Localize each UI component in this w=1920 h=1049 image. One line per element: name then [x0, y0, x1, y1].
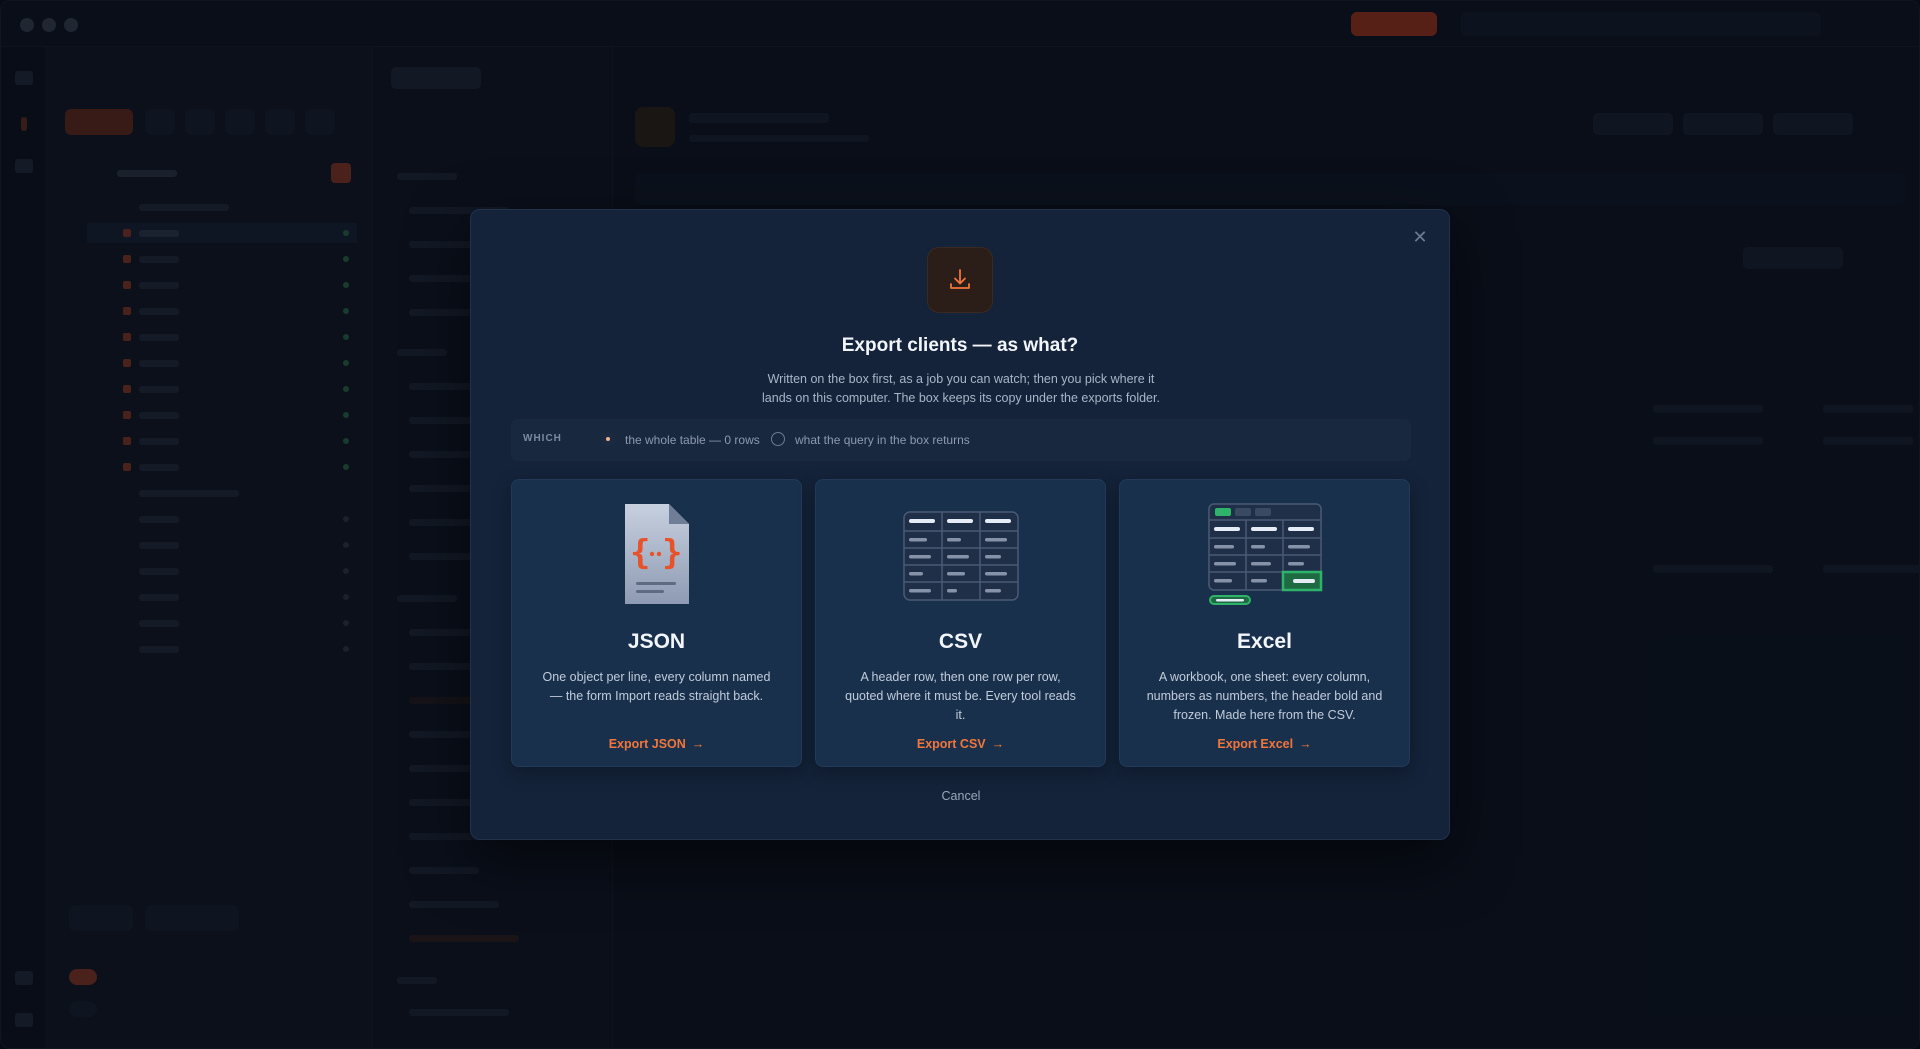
export-excel-card[interactable]: Excel A workbook, one sheet: every colum…	[1119, 479, 1410, 767]
radio-query-result[interactable]	[771, 432, 785, 446]
which-label: WHICH	[523, 433, 562, 444]
export-csv-button[interactable]: Export CSV →	[816, 737, 1105, 751]
excel-sheet-icon	[1120, 502, 1409, 606]
which-selector: WHICH the whole table — 0 rows what the …	[511, 419, 1411, 461]
radio-query-result-label[interactable]: what the query in the box returns	[795, 433, 970, 447]
dialog-subtitle: Written on the box first, as a job you c…	[762, 372, 1160, 405]
export-excel-button[interactable]: Export Excel →	[1120, 737, 1409, 751]
download-icon	[927, 247, 993, 313]
json-description: One object per line, every column named …	[542, 670, 771, 703]
excel-title: Excel	[1237, 630, 1292, 653]
excel-description: A workbook, one sheet: every column, num…	[1146, 670, 1383, 722]
radio-whole-table[interactable]	[601, 432, 615, 446]
arrow-right-icon: →	[991, 737, 1005, 751]
arrow-right-icon: →	[691, 737, 705, 751]
radio-whole-table-label[interactable]: the whole table — 0 rows	[625, 433, 760, 447]
csv-description: A header row, then one row per row, quot…	[845, 670, 1076, 722]
export-json-card[interactable]: { } JSON One object per line, every colu…	[511, 479, 802, 767]
export-json-button[interactable]: Export JSON →	[512, 737, 801, 751]
close-icon[interactable]: ✕	[1409, 226, 1431, 248]
export-csv-label: Export CSV	[916, 737, 986, 751]
cancel-button[interactable]: Cancel	[901, 789, 1021, 803]
export-json-label: Export JSON	[608, 737, 686, 751]
json-title: JSON	[627, 630, 686, 653]
export-excel-label: Export Excel	[1217, 737, 1294, 751]
dialog-title: Export clients — as what?	[841, 335, 1079, 356]
export-csv-card[interactable]: CSV A header row, then one row per row, …	[815, 479, 1106, 767]
arrow-right-icon: →	[1299, 737, 1312, 751]
csv-title: CSV	[938, 630, 983, 653]
json-file-icon: { }	[512, 502, 801, 606]
csv-table-icon	[816, 502, 1105, 606]
export-dialog: ✕ Export clients — as what? Written on t…	[470, 209, 1450, 840]
svg-text:{: {	[630, 533, 650, 573]
svg-text:}: }	[662, 533, 682, 573]
